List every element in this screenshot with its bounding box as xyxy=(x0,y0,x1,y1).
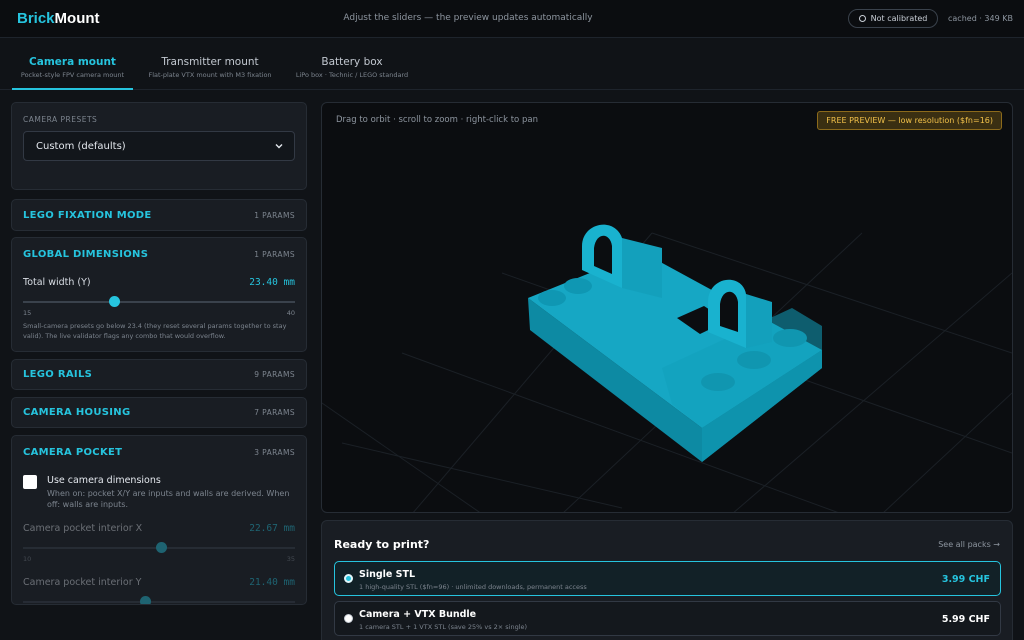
camera-presets-panel: CAMERA PRESETS Custom (defaults) xyxy=(11,102,307,190)
total-width-slider-thumb[interactable] xyxy=(108,296,120,307)
total-width-label: Total width (Y) xyxy=(23,277,91,288)
single-stl-radio[interactable] xyxy=(344,574,353,583)
use-camera-dimensions-label[interactable]: Use camera dimensions xyxy=(47,475,161,486)
total-width-slider[interactable] xyxy=(23,296,295,307)
pocket-x-range: 10 35 xyxy=(23,555,295,563)
purchase-title: Ready to print? xyxy=(334,538,430,551)
pocket-x-row: Camera pocket interior X 22.67 mm xyxy=(23,523,295,534)
section-global-dimensions: GLOBAL DIMENSIONS 1 PARAMS Total width (… xyxy=(11,237,307,352)
section-lego-fixation[interactable]: LEGO FIXATION MODE 1 PARAMS xyxy=(11,199,307,231)
pocket-x-slider-thumb[interactable] xyxy=(156,542,168,553)
option-camera-vtx-bundle[interactable]: Camera + VTX Bundle 1 camera STL + 1 VTX… xyxy=(334,601,1001,636)
top-bar: BrickMount Adjust the sliders — the prev… xyxy=(0,0,1024,38)
pocket-x-value: 22.67 mm xyxy=(249,523,295,534)
total-width-range: 15 40 xyxy=(23,309,295,317)
global-dimensions-header[interactable]: GLOBAL DIMENSIONS 1 PARAMS xyxy=(12,238,306,270)
header-hint: Adjust the sliders — the preview updates… xyxy=(343,13,593,23)
see-all-packs-link[interactable]: See all packs → xyxy=(938,540,1000,549)
calibration-status-icon xyxy=(858,15,866,22)
use-camera-dimensions-note: When on: pocket X/Y are inputs and walls… xyxy=(47,489,290,509)
pocket-x-label: Camera pocket interior X xyxy=(23,523,143,534)
pocket-y-value: 21.40 mm xyxy=(249,577,295,588)
tab-camera-mount[interactable]: Camera mount Pocket-style FPV camera mou… xyxy=(12,38,133,90)
orbit-hint: Drag to orbit · scroll to zoom · right-c… xyxy=(336,115,538,125)
mount-3d-model xyxy=(528,224,822,462)
camera-preset-select[interactable]: Custom (defaults) xyxy=(23,131,295,161)
purchase-panel: Ready to print? See all packs → Single S… xyxy=(321,520,1013,640)
pocket-x-slider[interactable] xyxy=(23,542,295,553)
camera-preset-value: Custom (defaults) xyxy=(36,140,126,152)
chevron-down-icon xyxy=(275,144,283,149)
tab-transmitter-mount[interactable]: Transmitter mount Flat-plate VTX mount w… xyxy=(145,38,275,90)
camera-presets-label: CAMERA PRESETS xyxy=(23,115,98,124)
pocket-y-label: Camera pocket interior Y xyxy=(23,577,142,588)
bundle-radio[interactable] xyxy=(344,614,353,623)
calibration-status-label: Not calibrated xyxy=(870,14,928,23)
product-tabs: Camera mount Pocket-style FPV camera mou… xyxy=(0,38,1024,90)
section-lego-rails[interactable]: LEGO RAILS 9 PARAMS xyxy=(11,359,307,390)
total-width-row: Total width (Y) 23.40 mm xyxy=(23,277,295,288)
camera-pocket-header[interactable]: CAMERA POCKET 3 PARAMS xyxy=(12,436,306,468)
free-preview-badge: FREE PREVIEW — low resolution ($fn=16) xyxy=(817,111,1002,130)
global-dimensions-note: Small-camera presets go below 23.4 (they… xyxy=(23,322,287,340)
pocket-y-slider[interactable] xyxy=(23,596,295,604)
model-preview-viewport[interactable]: Drag to orbit · scroll to zoom · right-c… xyxy=(321,102,1013,513)
use-camera-dimensions-checkbox[interactable] xyxy=(23,475,37,489)
pocket-y-slider-thumb[interactable] xyxy=(139,596,151,604)
section-camera-housing[interactable]: CAMERA HOUSING 7 PARAMS xyxy=(11,397,307,428)
cache-status: cached · 349 KB xyxy=(948,14,1013,23)
total-width-value: 23.40 mm xyxy=(249,277,295,288)
calibration-button[interactable]: Not calibrated xyxy=(848,9,938,28)
single-stl-price: 3.99 CHF xyxy=(941,574,990,585)
tab-battery-box[interactable]: Battery box LiPo box · Technic / LEGO st… xyxy=(292,38,412,90)
bundle-price: 5.99 CHF xyxy=(941,614,990,625)
section-camera-pocket: CAMERA POCKET 3 PARAMS Use camera dimens… xyxy=(11,435,307,605)
option-single-stl[interactable]: Single STL 1 high-quality STL ($fn=96) ·… xyxy=(334,561,1001,596)
pocket-y-row: Camera pocket interior Y 21.40 mm xyxy=(23,577,295,588)
